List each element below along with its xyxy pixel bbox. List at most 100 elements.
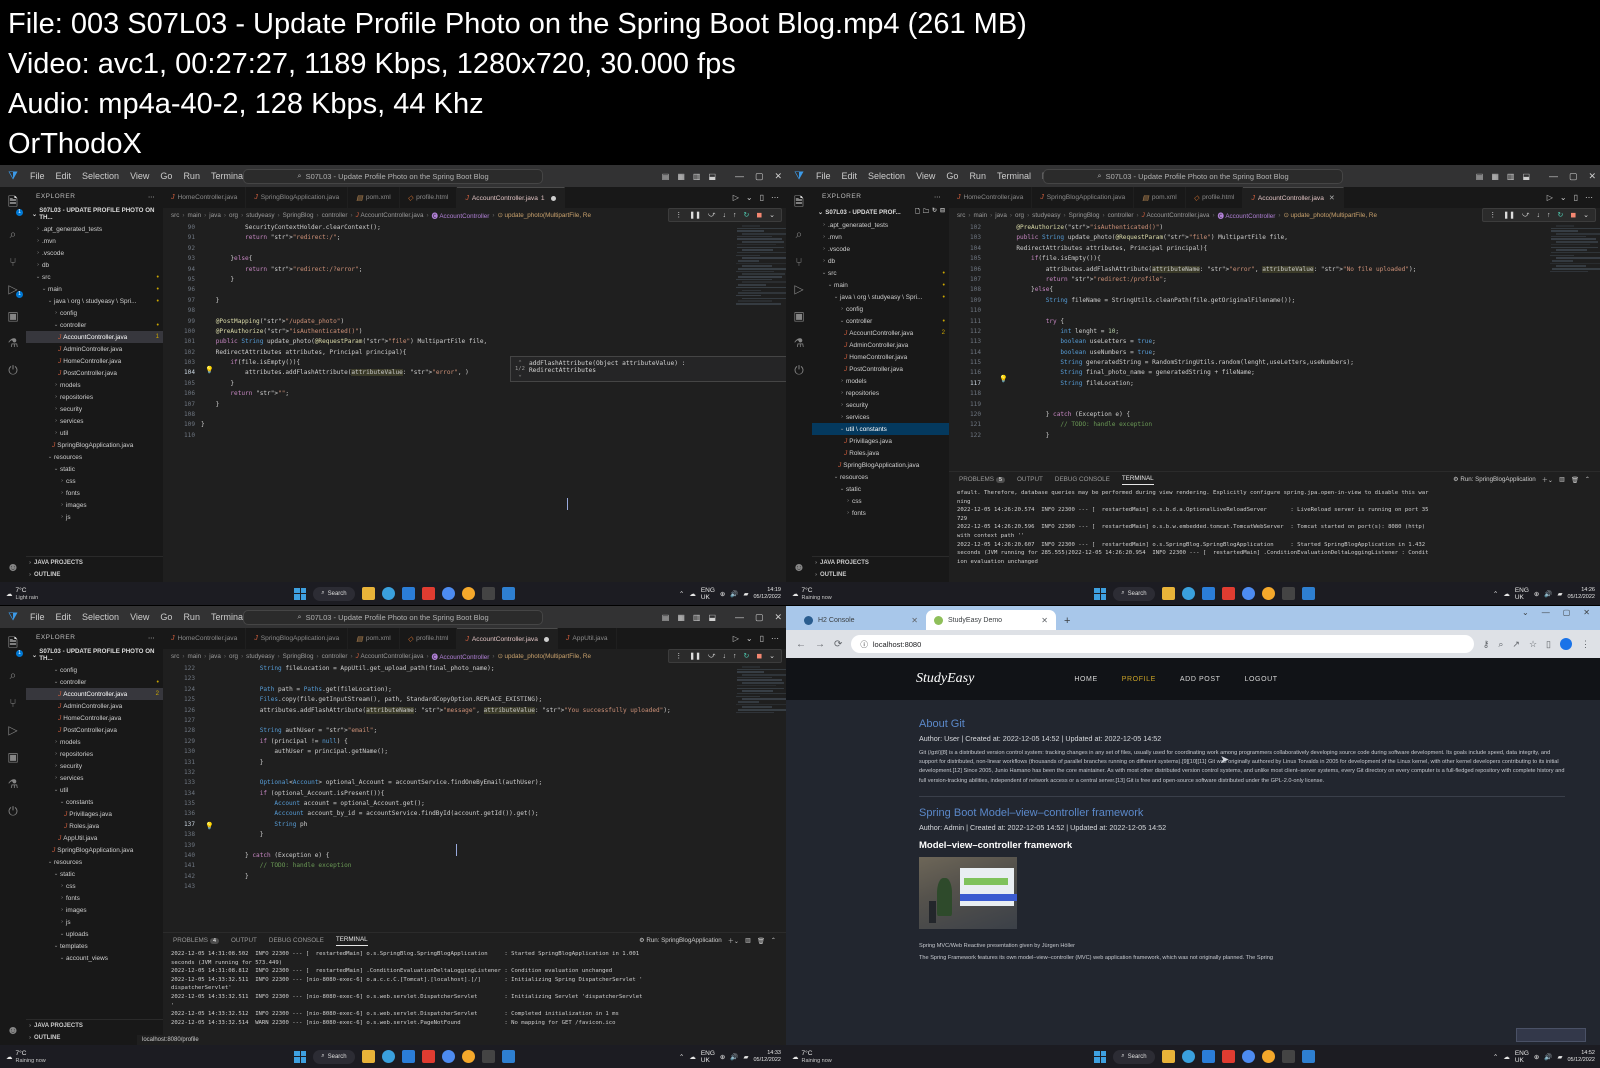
menu-view[interactable]: View — [916, 171, 935, 181]
panel-tab-terminal[interactable]: TERMINAL — [1121, 475, 1154, 485]
editor-tab[interactable]: ◇ profile.html — [399, 187, 458, 208]
quick-fix-lightbulb-icon[interactable]: 💡 — [205, 366, 214, 374]
testing-icon[interactable]: ⚗ — [790, 336, 808, 350]
tree-file-item[interactable]: J HomeController.java — [26, 355, 163, 367]
code-line[interactable]: try { — [987, 317, 1600, 327]
tree-folder-item[interactable]: › util — [26, 427, 163, 439]
tree-folder-item[interactable]: ⌄ resources — [26, 856, 163, 868]
vscode-window-top-right[interactable]: ⧩ File Edit Selection View Go Run Termin… — [786, 165, 1600, 605]
close-button[interactable]: ✕ — [774, 171, 782, 182]
tree-file-item[interactable]: J PostController.java — [812, 363, 949, 375]
step-into-icon[interactable]: ↓ — [722, 653, 726, 660]
split-editor-icon[interactable]: ▯ — [760, 634, 764, 643]
store-icon[interactable] — [401, 1050, 415, 1063]
chrome-beta-icon[interactable] — [461, 1050, 475, 1063]
restart-icon[interactable]: ↻ — [1557, 211, 1563, 219]
taskbar-clock[interactable]: 14:26 05/12/2022 — [1567, 587, 1595, 601]
bottom-panel[interactable]: PROBLEMS 4 OUTPUT DEBUG CONSOLE TERMINAL … — [163, 932, 786, 1054]
split-terminal-icon[interactable]: ▥ — [1559, 476, 1565, 483]
windows-taskbar[interactable]: ☁ 7°C Raining now ⌕ Search ⌃ ☁ ENG UK ⊕ … — [0, 1045, 786, 1068]
edge-icon[interactable] — [381, 587, 395, 600]
battery-icon[interactable]: ▰ — [1557, 1053, 1562, 1061]
accounts-icon[interactable]: ☻ — [790, 560, 808, 574]
debug-toolbar[interactable]: ⋮ ❚❚ ⤻ ↓ ↑ ↻ ◼ ⌄ — [668, 208, 782, 222]
section-java-projects[interactable]: › JAVA PROJECTS — [26, 1020, 163, 1032]
drag-handle-icon[interactable]: ⋮ — [675, 652, 682, 660]
tree-folder-item[interactable]: ⌄ static — [26, 868, 163, 880]
store-icon[interactable] — [1201, 587, 1215, 600]
tree-folder-item[interactable]: › models — [26, 736, 163, 748]
toggle-panel-icon[interactable]: ▦ — [677, 172, 685, 181]
code-line[interactable]: String final_photo_name = generatedStrin… — [987, 368, 1600, 378]
taskbar-clock[interactable]: 14:33 05/12/2022 — [753, 1050, 781, 1064]
input-language[interactable]: ENG UK — [1515, 587, 1529, 601]
menu-run[interactable]: Run — [183, 171, 200, 181]
code-line[interactable]: } — [201, 420, 786, 430]
browser-tab-strip[interactable]: H2 Console ✕ StudyEasy Demo ✕ + ⌄ — ▢ ✕ — [786, 606, 1600, 630]
code-line[interactable]: int lenght = 10; — [987, 327, 1600, 337]
editor-tab-bar[interactable]: J HomeController.java J SpringBlogApplicati… — [163, 187, 786, 208]
weather-widget[interactable]: ☁ 7°C Raining now — [786, 587, 916, 601]
tree-folder-item[interactable]: ⌄ java \ org \ studyeasy \ Spri... • — [26, 295, 163, 307]
battery-icon[interactable]: ▰ — [1557, 590, 1562, 598]
file-explorer-icon[interactable] — [361, 587, 375, 600]
onedrive-icon[interactable]: ☁ — [689, 590, 696, 598]
windows-taskbar[interactable]: ☁ 7°C Raining now ⌕ Search ⌃ ☁ ENG UK ⊕ … — [786, 1045, 1600, 1068]
tree-file-item[interactable]: J AccountController.java 2 — [812, 327, 949, 339]
file-explorer-icon[interactable] — [361, 1050, 375, 1063]
explorer-sidebar[interactable]: EXPLORER ⋯ ⌄ S07L03 - UPDATE PROF... 🗋 🗀… — [812, 187, 949, 605]
terminal-icon[interactable] — [1281, 1050, 1295, 1063]
code-line[interactable]: }else{ — [201, 254, 786, 264]
onedrive-icon[interactable]: ☁ — [1503, 590, 1510, 598]
file-explorer-icon[interactable] — [1161, 587, 1175, 600]
windows-taskbar[interactable]: ☁ 7°C Light rain ⌕ Search ⌃ ☁ ENG UK ⊕ 🔊… — [0, 582, 786, 605]
source-control-icon[interactable]: ⑂ — [4, 255, 22, 269]
pdf-icon[interactable] — [1221, 587, 1235, 600]
menu-go[interactable]: Go — [160, 171, 172, 181]
tree-folder-item[interactable]: ⌄ resources — [812, 471, 949, 483]
tree-file-item[interactable]: J AdminController.java — [812, 339, 949, 351]
breadcrumb-item[interactable]: ⊙ update_photo(MultipartFile, Re — [497, 212, 591, 219]
tree-folder-item[interactable]: › services — [812, 411, 949, 423]
bookmark-star-icon[interactable]: ☆ — [1529, 639, 1537, 650]
tree-folder-item[interactable]: › repositories — [812, 387, 949, 399]
toggle-primary-sidebar-icon[interactable]: ▤ — [662, 613, 670, 622]
tree-file-item[interactable]: J AppUtil.java — [26, 832, 163, 844]
post-title[interactable]: About Git — [919, 718, 1565, 730]
drag-handle-icon[interactable]: ⋮ — [675, 211, 682, 219]
tree-folder-item[interactable]: ⌄ main • — [26, 283, 163, 295]
file-tree[interactable]: › .apt_generated_tests › .mvn › .vscode › db ⌄ sr… — [26, 223, 163, 556]
project-root-row[interactable]: ⌄ S07L03 - UPDATE PROF... 🗋 🗀 ↻ ⊟ — [812, 205, 949, 219]
menu-file[interactable]: File — [30, 612, 45, 622]
code-line[interactable]: attributes.addFlashAttribute(attributeNa… — [201, 706, 786, 716]
step-over-icon[interactable]: ⤻ — [708, 652, 715, 660]
chrome-beta-icon[interactable] — [1261, 587, 1275, 600]
nav-link-home[interactable]: HOME — [1074, 676, 1097, 683]
breadcrumb-item[interactable]: org — [229, 653, 238, 660]
code-line[interactable] — [201, 410, 786, 420]
editor-tab[interactable]: J AppUtil.java — [557, 628, 617, 649]
tree-folder-item[interactable]: ⌄ util — [26, 784, 163, 796]
panel-tab-problems[interactable]: PROBLEMS 5 — [959, 476, 1005, 483]
editor-tab[interactable]: J AccountController.java 1 — [457, 187, 565, 208]
minimize-button[interactable]: — — [735, 171, 744, 182]
editor-tab[interactable]: ▤ pom.xml — [348, 628, 400, 649]
run-icon[interactable]: ▷ — [1547, 193, 1553, 202]
tree-folder-item[interactable]: › images — [26, 499, 163, 511]
terminal-output[interactable]: efault. Therefore, database queries may … — [949, 487, 1600, 591]
toggle-primary-sidebar-icon[interactable]: ▤ — [1476, 172, 1484, 181]
debug-toolbar[interactable]: ⋮ ❚❚ ⤻ ↓ ↑ ↻ ◼ ⌄ — [668, 649, 782, 663]
new-file-icon[interactable]: 🗋 — [915, 207, 920, 217]
breadcrumb-item[interactable]: src — [171, 653, 179, 660]
accounts-icon[interactable]: ☻ — [4, 560, 22, 574]
code-line[interactable]: } catch (Exception e) { — [987, 410, 1600, 420]
tree-folder-item[interactable]: › .apt_generated_tests — [26, 223, 163, 235]
source-control-icon[interactable]: ⑂ — [790, 255, 808, 269]
testing-icon[interactable]: ⚗ — [4, 336, 22, 350]
intellisense-suggestion-popup[interactable]: ⌃ 1/2 ⌄ addFlashAttribute(Object attribu… — [510, 356, 786, 382]
zoom-icon[interactable]: ⌕ — [1498, 639, 1503, 650]
suggestion-down-icon[interactable]: ⌄ — [518, 372, 521, 378]
code-line[interactable]: } — [201, 830, 786, 840]
share-icon[interactable]: ↗ — [1512, 639, 1520, 650]
tree-file-item[interactable]: J Privillages.java — [26, 808, 163, 820]
